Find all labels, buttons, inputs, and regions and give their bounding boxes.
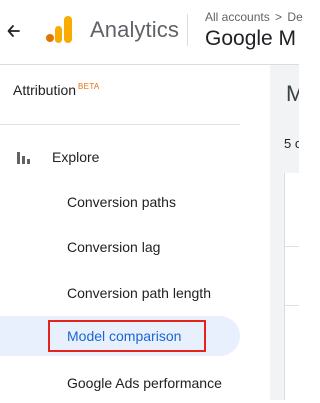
sidebar-item-label: Explore <box>52 149 100 165</box>
main-content: M 5 c <box>270 65 299 400</box>
page-subtitle: 5 c <box>284 136 299 151</box>
section-title-label: Attribution <box>13 82 77 98</box>
sidebar-item-conversion-paths[interactable]: Conversion paths <box>0 182 240 222</box>
beta-badge: BETA <box>78 82 100 91</box>
sidebar-item-google-ads-performance[interactable]: Google Ads performance <box>0 363 240 403</box>
bar-chart-icon <box>17 151 31 164</box>
logo-bar-mid <box>55 26 62 43</box>
breadcrumb[interactable]: All accounts > De <box>205 10 303 24</box>
logo-bar-tall <box>64 16 72 43</box>
sidebar-item-conversion-lag[interactable]: Conversion lag <box>0 227 240 267</box>
page-title: M <box>286 81 299 106</box>
property-selector[interactable]: Google M <box>205 27 296 51</box>
sidebar-item-conversion-path-length[interactable]: Conversion path length <box>0 273 240 313</box>
content-card <box>284 173 299 400</box>
top-app-bar: Analytics All accounts > De Google M <box>0 0 303 65</box>
sidebar-item-label: Conversion path length <box>67 285 211 301</box>
breadcrumb-account[interactable]: De <box>287 10 302 24</box>
sidebar-nav: Attribution BETA Explore Conversion paths… <box>0 65 270 400</box>
breadcrumb-all-accounts[interactable]: All accounts <box>205 10 270 24</box>
annotation-highlight-box <box>48 320 206 352</box>
analytics-logo-icon[interactable] <box>46 15 74 45</box>
back-arrow-icon[interactable] <box>5 20 23 42</box>
sidebar-item-label: Conversion lag <box>67 239 161 255</box>
card-divider <box>285 246 299 247</box>
sidebar-item-explore[interactable]: Explore <box>0 140 240 174</box>
sidebar-item-label: Conversion paths <box>67 194 176 210</box>
breadcrumb-separator: > <box>275 10 283 24</box>
sidebar-item-label: Google Ads performance <box>67 375 222 391</box>
sidebar-divider <box>0 124 240 125</box>
card-divider <box>285 305 299 306</box>
section-title: Attribution BETA <box>13 82 100 98</box>
header-divider <box>187 14 188 46</box>
app-name: Analytics <box>90 17 179 42</box>
logo-dot <box>46 34 54 42</box>
